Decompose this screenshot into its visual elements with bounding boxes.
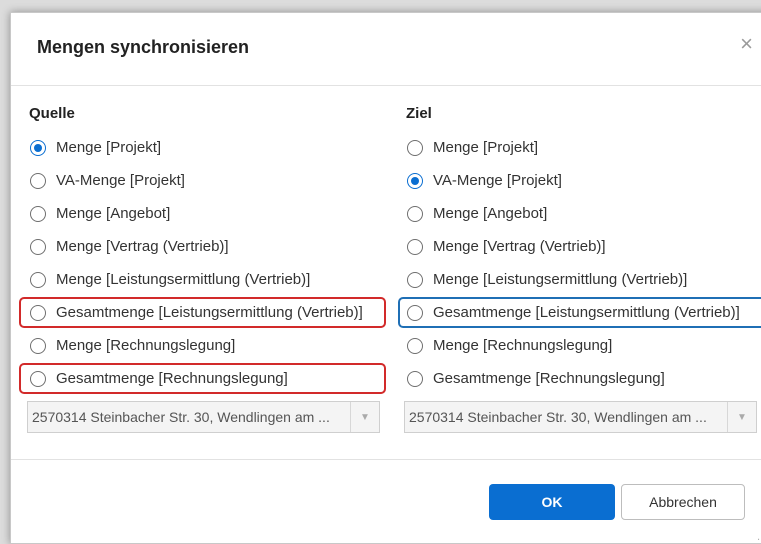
option-label: Menge [Projekt] <box>433 139 539 156</box>
option-label: Menge [Rechnungslegung] <box>56 337 236 354</box>
dialog-header: Mengen synchronisieren × <box>11 13 761 86</box>
radio-button[interactable] <box>407 205 423 222</box>
target-option-va-menge-projekt[interactable]: VA-Menge [Projekt] <box>404 164 761 197</box>
option-label: Menge [Rechnungslegung] <box>433 337 613 354</box>
radio-button[interactable] <box>407 337 423 354</box>
source-heading: Quelle <box>29 105 75 122</box>
target-option-menge-projekt[interactable]: Menge [Projekt] <box>404 131 761 164</box>
source-option-menge-angebot[interactable]: Menge [Angebot] <box>27 197 397 230</box>
source-option-menge-leistungsermittlung[interactable]: Menge [Leistungsermittlung (Vertrieb)] <box>27 263 397 296</box>
target-project-select[interactable]: 2570314 Steinbacher Str. 30, Wendlingen … <box>404 401 757 433</box>
target-option-menge-angebot[interactable]: Menge [Angebot] <box>404 197 761 230</box>
radio-button[interactable] <box>30 337 46 354</box>
source-option-menge-rechnungslegung[interactable]: Menge [Rechnungslegung] <box>27 329 397 362</box>
source-column: Quelle Menge [Projekt] VA-Menge [Projekt… <box>19 105 397 433</box>
radio-button[interactable] <box>407 238 423 255</box>
highlight-box <box>19 363 386 394</box>
option-label: Gesamtmenge [Rechnungslegung] <box>433 370 665 387</box>
radio-button[interactable] <box>30 370 46 387</box>
source-project-select[interactable]: 2570314 Steinbacher Str. 30, Wendlingen … <box>27 401 380 433</box>
target-option-menge-leistungsermittlung[interactable]: Menge [Leistungsermittlung (Vertrieb)] <box>404 263 761 296</box>
radio-button[interactable] <box>407 139 423 156</box>
select-value: 2570314 Steinbacher Str. 30, Wendlingen … <box>32 409 330 425</box>
source-option-va-menge-projekt[interactable]: VA-Menge [Projekt] <box>27 164 397 197</box>
option-label: Menge [Projekt] <box>56 139 162 156</box>
target-option-menge-rechnungslegung[interactable]: Menge [Rechnungslegung] <box>404 329 761 362</box>
radio-button[interactable] <box>30 139 46 156</box>
sync-quantities-dialog: Mengen synchronisieren × Quelle Menge [P… <box>10 12 761 544</box>
option-label: Menge [Vertrag (Vertrieb)] <box>433 238 606 255</box>
chevron-down-icon[interactable]: ▼ <box>727 402 756 432</box>
radio-button[interactable] <box>30 271 46 288</box>
radio-button[interactable] <box>30 304 46 321</box>
dialog-footer: OK Abbrechen ⋰ <box>11 459 761 544</box>
source-option-menge-vertrag[interactable]: Menge [Vertrag (Vertrieb)] <box>27 230 397 263</box>
target-option-gesamtmenge-leistungsermittlung[interactable]: Gesamtmenge [Leistungsermittlung (Vertri… <box>398 296 761 329</box>
option-label: VA-Menge [Projekt] <box>56 172 185 189</box>
highlight-box <box>398 297 761 328</box>
radio-button[interactable] <box>30 205 46 222</box>
radio-button[interactable] <box>30 172 46 189</box>
option-label: Menge [Leistungsermittlung (Vertrieb)] <box>433 271 688 288</box>
source-option-gesamtmenge-leistungsermittlung[interactable]: Gesamtmenge [Leistungsermittlung (Vertri… <box>19 296 397 329</box>
radio-button[interactable] <box>407 304 423 321</box>
target-option-gesamtmenge-rechnungslegung[interactable]: Gesamtmenge [Rechnungslegung] <box>404 362 761 395</box>
radio-button[interactable] <box>407 271 423 288</box>
highlight-box <box>19 297 386 328</box>
source-option-gesamtmenge-rechnungslegung[interactable]: Gesamtmenge [Rechnungslegung] <box>19 362 397 395</box>
radio-button[interactable] <box>30 238 46 255</box>
source-option-menge-projekt[interactable]: Menge [Projekt] <box>27 131 397 164</box>
option-label: Menge [Angebot] <box>433 205 548 222</box>
cancel-button[interactable]: Abbrechen <box>621 484 745 520</box>
chevron-down-icon[interactable]: ▼ <box>350 402 379 432</box>
option-label: Menge [Leistungsermittlung (Vertrieb)] <box>56 271 311 288</box>
option-label: Menge [Vertrag (Vertrieb)] <box>56 238 229 255</box>
radio-button[interactable] <box>407 370 423 387</box>
target-column: Ziel Menge [Projekt] VA-Menge [Projekt] … <box>398 105 761 433</box>
target-option-menge-vertrag[interactable]: Menge [Vertrag (Vertrieb)] <box>404 230 761 263</box>
option-label: Menge [Angebot] <box>56 205 171 222</box>
radio-button[interactable] <box>407 172 423 189</box>
resize-grip-icon[interactable]: ⋰ <box>757 531 761 542</box>
close-icon[interactable]: × <box>740 33 753 55</box>
select-value: 2570314 Steinbacher Str. 30, Wendlingen … <box>409 409 707 425</box>
dialog-title: Mengen synchronisieren <box>37 37 250 57</box>
option-label: VA-Menge [Projekt] <box>433 172 562 189</box>
ok-button[interactable]: OK <box>489 484 615 520</box>
target-heading: Ziel <box>406 105 432 122</box>
